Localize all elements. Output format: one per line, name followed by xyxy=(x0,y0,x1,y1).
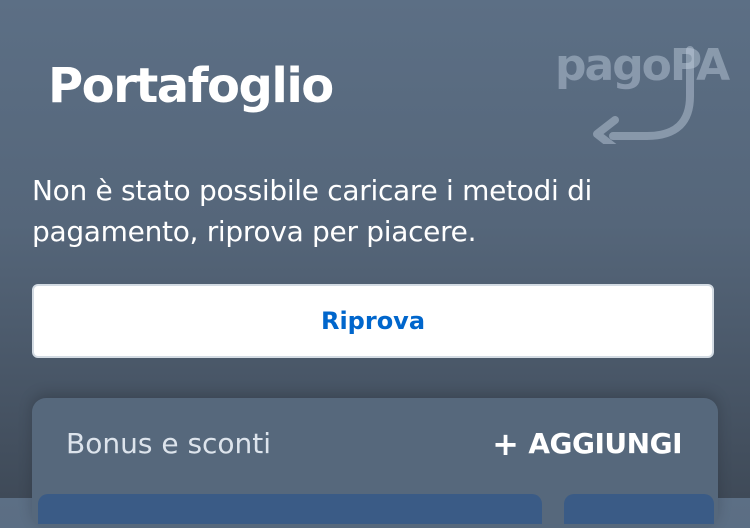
bonus-item-card[interactable] xyxy=(564,494,714,524)
retry-button[interactable]: Riprova xyxy=(32,284,714,358)
bonus-section-card: Bonus e sconti + AGGIUNGI xyxy=(32,398,718,528)
plus-icon: + xyxy=(492,425,519,463)
pagopa-logo: pagoPA xyxy=(555,44,730,144)
page-title: Portafoglio xyxy=(48,58,334,114)
logo-text: pagoPA xyxy=(555,40,730,91)
add-bonus-label: AGGIUNGI xyxy=(528,427,682,460)
bonus-section-title: Bonus e sconti xyxy=(66,427,272,460)
bonus-item-card[interactable] xyxy=(38,494,542,524)
add-bonus-button[interactable]: + AGGIUNGI xyxy=(492,428,682,460)
error-message: Non è stato possibile caricare i metodi … xyxy=(32,174,593,248)
